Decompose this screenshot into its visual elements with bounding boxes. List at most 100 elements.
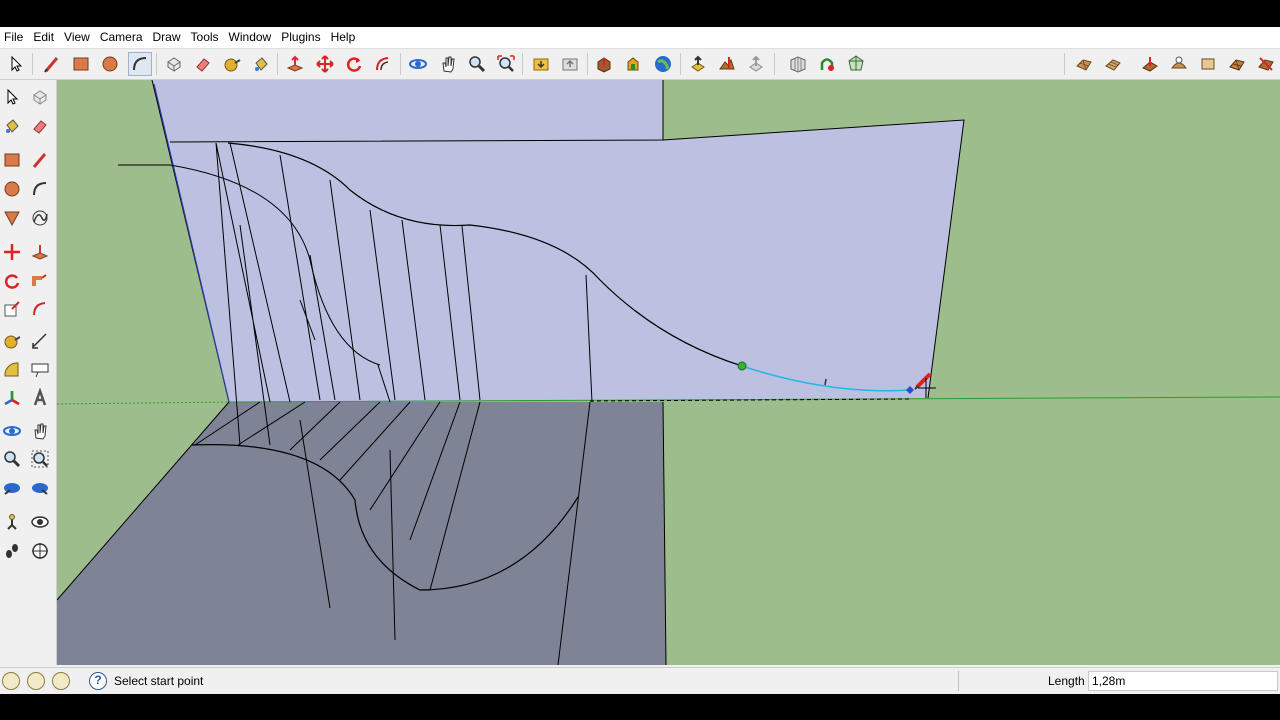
modeling-viewport[interactable] — [57, 80, 1280, 665]
select-icon[interactable] — [4, 52, 28, 76]
from-scratch-icon[interactable] — [1138, 52, 1162, 76]
scale-icon[interactable] — [0, 297, 24, 321]
toolbar-separator — [1064, 53, 1065, 75]
move-icon[interactable] — [0, 240, 24, 264]
add-location-icon[interactable] — [686, 52, 710, 76]
zoom-icon[interactable] — [465, 52, 489, 76]
measurements-label: Length — [1048, 674, 1085, 688]
make-component-icon[interactable] — [162, 52, 186, 76]
menu-view[interactable]: View — [59, 27, 95, 48]
share-component-icon[interactable] — [592, 52, 616, 76]
offset-icon[interactable] — [28, 297, 52, 321]
orbit-icon[interactable] — [406, 52, 430, 76]
menu-draw[interactable]: Draw — [148, 27, 186, 48]
status-hint: Select start point — [114, 674, 204, 688]
arc-midpoint-tick — [824, 378, 827, 386]
select-icon[interactable] — [0, 85, 24, 109]
paint-bucket-icon[interactable] — [0, 114, 24, 138]
offset-icon[interactable] — [371, 52, 395, 76]
status-bar: ? Select start point Length 1,28m — [0, 667, 1280, 694]
geo-location-icon[interactable] — [2, 672, 20, 690]
rectangle-icon[interactable] — [0, 148, 24, 172]
toolbar-separator — [32, 53, 33, 75]
measurements-box[interactable]: 1,28m — [1088, 671, 1278, 691]
photo-texture-icon[interactable] — [744, 52, 768, 76]
menu-camera[interactable]: Camera — [95, 27, 148, 48]
zoom-extents-icon[interactable] — [494, 52, 518, 76]
add-detail-icon[interactable] — [1254, 52, 1278, 76]
orbit-icon[interactable] — [0, 419, 24, 443]
toolbar-separator — [277, 53, 278, 75]
arc-start-point — [737, 361, 747, 371]
freehand-icon[interactable] — [28, 206, 52, 230]
next-view-icon[interactable] — [28, 476, 52, 500]
rectangle-icon[interactable] — [69, 52, 93, 76]
tape-measure-icon[interactable] — [0, 329, 24, 353]
axes-icon[interactable] — [0, 386, 24, 410]
line-icon[interactable] — [40, 52, 64, 76]
zoom-window-icon[interactable] — [28, 447, 52, 471]
toolbar-separator — [522, 53, 523, 75]
model-scene[interactable] — [57, 80, 1280, 665]
rotate-icon[interactable] — [342, 52, 366, 76]
make-component-icon[interactable] — [28, 85, 52, 109]
status-divider — [958, 671, 959, 691]
toolbar-separator — [774, 53, 775, 75]
google-earth-icon[interactable] — [651, 52, 675, 76]
sandbox-icon[interactable] — [1072, 52, 1096, 76]
line-icon[interactable] — [28, 148, 52, 172]
zoom-icon[interactable] — [0, 447, 24, 471]
section-plane-icon[interactable] — [28, 539, 52, 563]
warehouse-share-icon[interactable] — [558, 52, 582, 76]
smoove-icon[interactable] — [1167, 52, 1191, 76]
previous-view-icon[interactable] — [0, 476, 24, 500]
sketchup-window: File Edit View Camera Draw Tools Window … — [0, 27, 1280, 694]
menu-bar: File Edit View Camera Draw Tools Window … — [0, 27, 1280, 49]
walk-icon[interactable] — [0, 539, 24, 563]
section-fill-icon[interactable] — [844, 52, 868, 76]
main-toolbar — [0, 49, 1280, 80]
toolbar-separator — [680, 53, 681, 75]
toggle-terrain-icon[interactable] — [715, 52, 739, 76]
pan-icon[interactable] — [28, 419, 52, 443]
move-icon[interactable] — [313, 52, 337, 76]
look-around-icon[interactable] — [28, 510, 52, 534]
pan-icon[interactable] — [436, 52, 460, 76]
section-display-icon[interactable] — [815, 52, 839, 76]
section-plane-icon[interactable] — [786, 52, 810, 76]
3d-text-icon[interactable] — [28, 386, 52, 410]
drape-icon[interactable] — [1225, 52, 1249, 76]
eraser-icon[interactable] — [191, 52, 215, 76]
extension-warehouse-icon[interactable] — [621, 52, 645, 76]
toolbar-separator — [400, 53, 401, 75]
left-tool-palette — [0, 80, 57, 665]
rotate-icon[interactable] — [0, 269, 24, 293]
stamp-icon[interactable] — [1196, 52, 1220, 76]
credits-icon[interactable] — [27, 672, 45, 690]
polygon-icon[interactable] — [0, 206, 24, 230]
arc-icon[interactable] — [28, 177, 52, 201]
warehouse-get-icon[interactable] — [529, 52, 553, 76]
follow-me-icon[interactable] — [28, 269, 52, 293]
arc-icon[interactable] — [128, 52, 152, 76]
position-camera-icon[interactable] — [0, 510, 24, 534]
user-icon[interactable] — [52, 672, 70, 690]
menu-plugins[interactable]: Plugins — [276, 27, 325, 48]
circle-icon[interactable] — [0, 177, 24, 201]
help-icon[interactable]: ? — [89, 672, 107, 690]
menu-window[interactable]: Window — [224, 27, 277, 48]
menu-file[interactable]: File — [0, 27, 28, 48]
menu-edit[interactable]: Edit — [28, 27, 59, 48]
circle-icon[interactable] — [98, 52, 122, 76]
protractor-icon[interactable] — [0, 358, 24, 382]
push-pull-icon[interactable] — [283, 52, 307, 76]
paint-bucket-icon[interactable] — [249, 52, 273, 76]
text-icon[interactable] — [28, 358, 52, 382]
dimension-icon[interactable] — [28, 329, 52, 353]
menu-tools[interactable]: Tools — [186, 27, 224, 48]
push-pull-icon[interactable] — [28, 240, 52, 264]
menu-help[interactable]: Help — [326, 27, 361, 48]
tape-measure-icon[interactable] — [220, 52, 244, 76]
eraser-icon[interactable] — [28, 114, 52, 138]
from-contours-icon[interactable] — [1101, 52, 1125, 76]
